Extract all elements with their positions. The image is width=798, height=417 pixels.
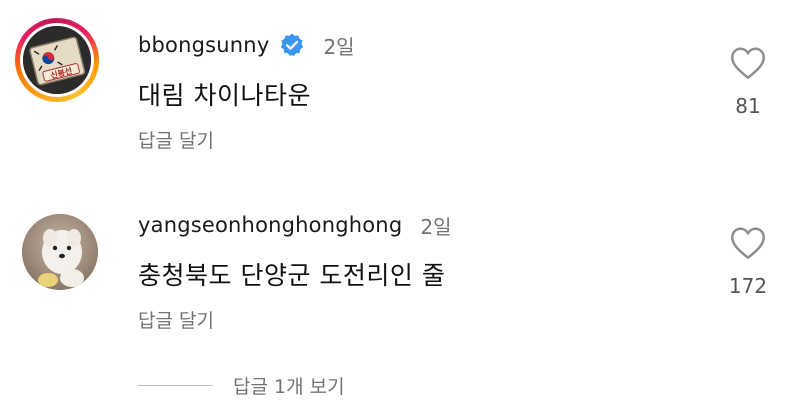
divider-line	[138, 385, 213, 386]
flag-patch-image: 신봉선	[23, 26, 91, 94]
reply-button[interactable]: 답글 달기	[138, 126, 214, 153]
reply-button[interactable]: 답글 달기	[138, 306, 214, 333]
comment-text: 대림 차이나타운	[138, 81, 311, 110]
like-count: 172	[728, 274, 768, 298]
username[interactable]: yangseonhonghonghong	[138, 213, 402, 237]
like-control: 172	[728, 226, 768, 298]
dog-photo-image	[22, 214, 98, 290]
heart-icon[interactable]	[728, 226, 768, 260]
username[interactable]: bbongsunny	[138, 33, 269, 57]
avatar-image: 신봉선	[23, 26, 91, 94]
like-count: 81	[735, 94, 761, 118]
comment-time: 2일	[323, 34, 355, 59]
like-control: 81	[728, 46, 768, 118]
avatar[interactable]	[22, 214, 98, 290]
view-replies-label: 답글 1개 보기	[233, 376, 345, 398]
comment-header: bbongsunny 2일	[138, 30, 355, 60]
view-replies-button[interactable]: 답글 1개 보기	[138, 372, 345, 399]
avatar[interactable]: 신봉선	[15, 18, 99, 102]
comment-header: yangseonhonghonghong 2일	[138, 210, 451, 240]
verified-badge-icon	[279, 32, 305, 58]
comment-time: 2일	[420, 214, 452, 239]
heart-icon[interactable]	[728, 46, 768, 80]
comment-text: 충청북도 단양군 도전리인 줄	[138, 261, 446, 290]
